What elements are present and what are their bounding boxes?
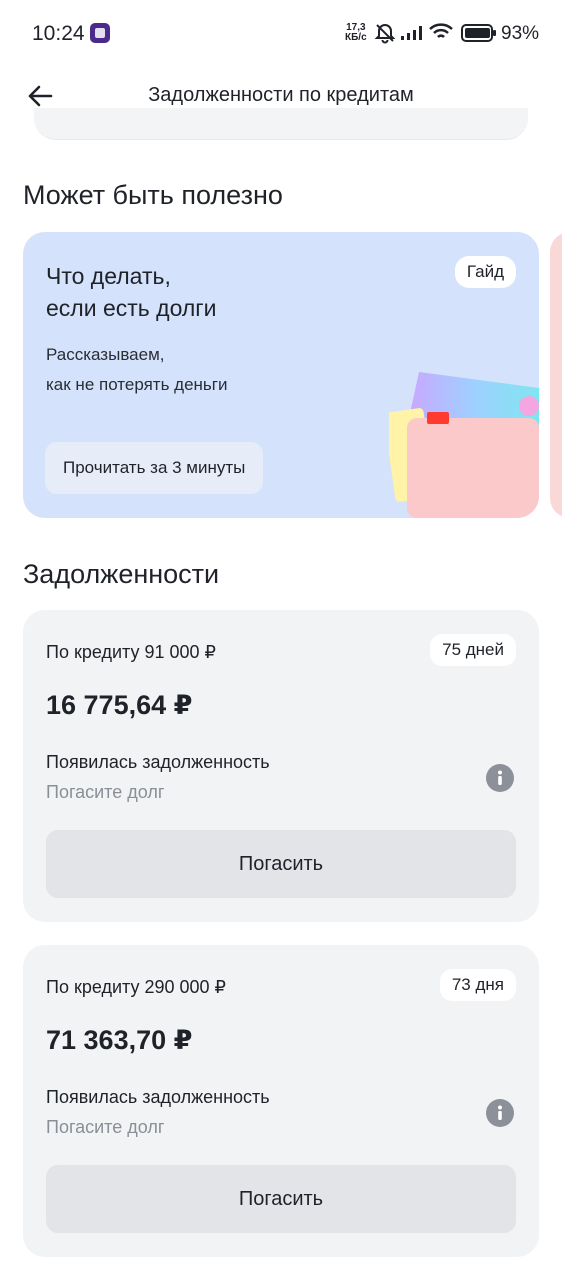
debt-credit-label: По кредиту 91 000 ₽ (46, 642, 216, 662)
pay-button[interactable]: Погасить (46, 830, 516, 898)
info-icon[interactable] (486, 764, 514, 792)
debt-card: По кредиту 91 000 ₽ 75 дней 16 775,64 ₽ … (23, 610, 539, 922)
useful-section-title: Может быть полезно (23, 180, 283, 210)
wifi-icon (429, 23, 453, 38)
guide-title-line2: если есть долги (46, 295, 217, 321)
previous-card-remnant (34, 108, 528, 140)
debt-days-badge: 75 дней (430, 634, 516, 666)
network-speed-unit: КБ/с (345, 32, 367, 43)
guide-card[interactable]: Что делать, если есть долги Гайд Рассказ… (23, 232, 539, 518)
signal-icon (401, 26, 422, 40)
debt-credit-label: По кредиту 290 000 ₽ (46, 977, 226, 997)
debt-hint: Погасите долг (46, 782, 165, 802)
guide-badge: Гайд (454, 256, 516, 288)
wallet-illustration-icon (389, 372, 539, 518)
info-icon[interactable] (486, 1099, 514, 1127)
status-bar: 10:24 17,3 КБ/с 93% (0, 0, 562, 66)
info-glyph-icon (498, 770, 502, 785)
debts-section-title: Задолженности (23, 559, 220, 589)
guide-description: Рассказываем, как не потерять деньги (46, 340, 227, 400)
battery-percent: 93% (501, 23, 540, 44)
guide-title-line1: Что делать, (46, 263, 171, 289)
status-time: 10:24 (32, 22, 85, 45)
info-glyph-icon (498, 1105, 502, 1120)
bell-muted-icon (374, 23, 396, 44)
debt-days-badge: 73 дня (439, 969, 516, 1001)
debt-card: По кредиту 290 000 ₽ 73 дня 71 363,70 ₽ … (23, 945, 539, 1257)
pay-button[interactable]: Погасить (46, 1165, 516, 1233)
debt-amount: 16 775,64 ₽ (46, 690, 193, 720)
debt-hint: Погасите долг (46, 1117, 165, 1137)
next-card-peek[interactable] (550, 232, 562, 518)
guide-title: Что делать, если есть долги (46, 260, 217, 324)
guide-read-button[interactable]: Прочитать за 3 минуты (45, 442, 264, 494)
debt-status: Появилась задолженность (46, 752, 270, 772)
debt-status: Появилась задолженность (46, 1087, 270, 1107)
battery-icon (461, 24, 496, 42)
page-title: Задолженности по кредитам (148, 84, 414, 106)
app-notification-icon (90, 23, 110, 43)
network-speed: 17,3 КБ/с (345, 23, 367, 43)
debt-amount: 71 363,70 ₽ (46, 1025, 193, 1055)
guide-desc-line1: Рассказываем, (46, 345, 165, 364)
guide-desc-line2: как не потерять деньги (46, 375, 228, 394)
